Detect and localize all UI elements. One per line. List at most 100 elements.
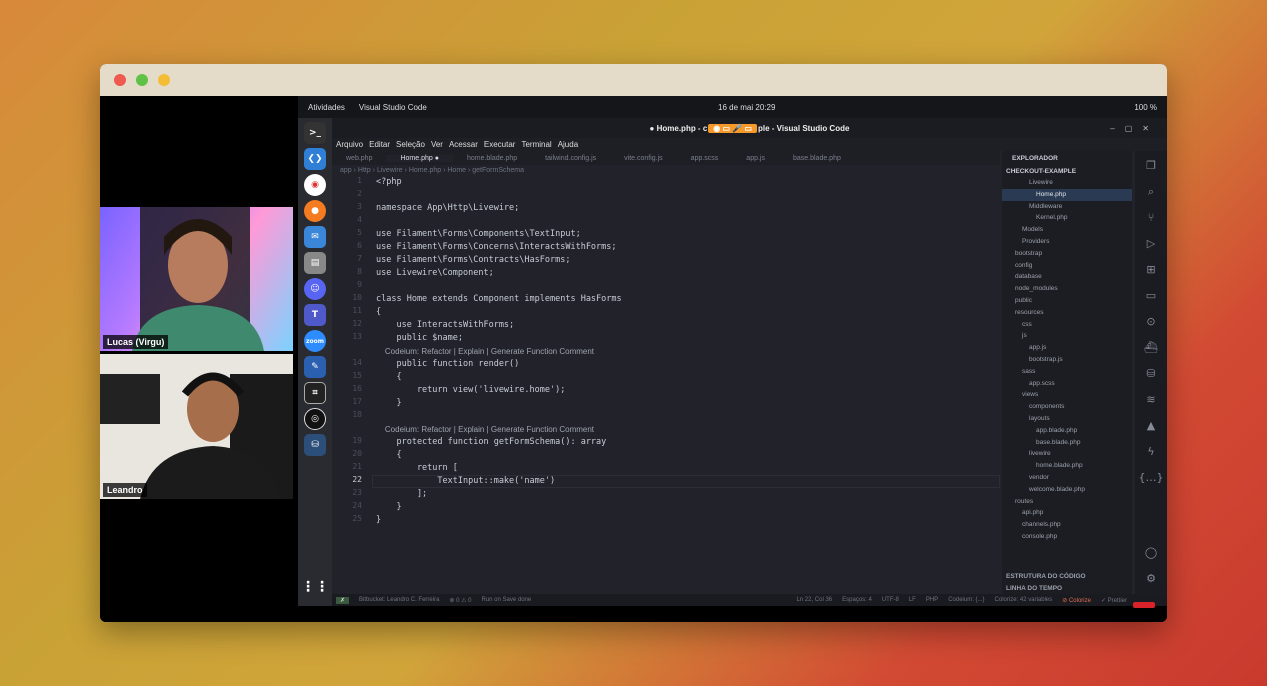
tree-item[interactable]: resources (1002, 307, 1132, 319)
layers-icon[interactable]: ≋ (1146, 393, 1155, 407)
tree-item[interactable]: public (1002, 295, 1132, 307)
mysql-icon[interactable]: ⛁ (304, 434, 326, 456)
tree-item[interactable]: console.php (1002, 531, 1132, 543)
outline-section[interactable]: ESTRUTURA DO CÓDIGO (1006, 573, 1086, 580)
status-prettier[interactable]: ✓ Prettier (1101, 597, 1127, 604)
activities-button[interactable]: Atividades (308, 103, 345, 112)
menu-editar[interactable]: Editar (369, 140, 390, 149)
codelens-actions[interactable]: Codeium: Refactor | Explain | Generate F… (376, 345, 594, 358)
menu-arquivo[interactable]: Arquivo (336, 140, 363, 149)
discord-icon[interactable]: ☺ (304, 278, 326, 300)
tree-item[interactable]: Home.php (1002, 188, 1132, 201)
menu-executar[interactable]: Executar (484, 140, 516, 149)
window-controls[interactable]: –▢✕ (1110, 124, 1159, 133)
tree-item[interactable]: api.php (1002, 507, 1132, 519)
tab-vite-config[interactable]: vite.config.js (610, 155, 677, 162)
menu-selecao[interactable]: Seleção (396, 140, 425, 149)
tree-item[interactable]: base.blade.php (1002, 437, 1132, 449)
sizer-icon[interactable]: ⌗ (304, 382, 326, 404)
status-position[interactable]: Ln 22, Col 36 (796, 597, 832, 603)
docker-icon[interactable]: ⛴ (1144, 341, 1158, 355)
status-run[interactable]: Run on Save done (482, 597, 532, 603)
status-colorize[interactable]: Colorize: 42 variables (995, 597, 1053, 603)
timeline-section[interactable]: LINHA DO TEMPO (1006, 585, 1062, 592)
obs-icon[interactable]: ◎ (304, 408, 326, 430)
status-lang[interactable]: PHP (926, 597, 938, 603)
braces-icon[interactable]: {…} (1139, 471, 1164, 485)
tree-item[interactable]: bootstrap.js (1002, 354, 1132, 366)
run-debug-icon[interactable]: ▷ (1147, 237, 1155, 251)
chrome-icon[interactable]: ◉ (304, 174, 326, 196)
remote-indicator-icon[interactable]: ✗ (336, 596, 350, 604)
status-colorize-button[interactable]: ⊘ Colorize (1062, 597, 1091, 604)
menu-acessar[interactable]: Acessar (449, 140, 478, 149)
tree-item[interactable]: app.scss (1002, 378, 1132, 390)
tree-item[interactable]: app.js (1002, 342, 1132, 354)
tree-item[interactable]: sass (1002, 366, 1132, 378)
tree-item[interactable]: Kernel.php (1002, 212, 1132, 224)
editor-icon[interactable]: ✎ (304, 356, 326, 378)
tab-app-js[interactable]: app.js (732, 155, 779, 162)
app-grid-icon[interactable]: ⋮⋮ (301, 576, 329, 598)
firefox-icon[interactable]: ● (304, 200, 326, 222)
tree-item[interactable]: css (1002, 319, 1132, 331)
extensions-icon[interactable]: ⊞ (1146, 263, 1155, 277)
settings-gear-icon[interactable]: ⚙ (1146, 572, 1156, 586)
codelens-actions[interactable]: Codeium: Refactor | Explain | Generate F… (376, 423, 594, 436)
files-icon[interactable]: ▤ (304, 252, 326, 274)
status-spaces[interactable]: Espaços: 4 (842, 597, 872, 603)
tree-item[interactable]: app.blade.php (1002, 425, 1132, 437)
deploy-icon[interactable]: ▲ (1147, 419, 1155, 433)
database-icon[interactable]: ⛁ (1146, 367, 1155, 381)
git-graph-icon[interactable]: ⊙ (1146, 315, 1155, 329)
status-problems[interactable]: ⊗ 0 ⚠ 0 (449, 597, 471, 604)
tree-item[interactable]: channels.php (1002, 519, 1132, 531)
account-icon[interactable]: ◯ (1145, 546, 1157, 560)
tree-item[interactable]: node_modules (1002, 283, 1132, 295)
code-editor[interactable]: 1 <?php 2 3 namespace App\Http\Livewire; 4 5 us… (332, 176, 1000, 580)
status-branch[interactable]: Bitbucket: Leandro C. Ferreira (359, 597, 439, 603)
close-dot[interactable] (114, 74, 126, 86)
tab-home-php[interactable]: Home.php ● (386, 154, 453, 162)
status-codeium[interactable]: Codeium: {...} (948, 597, 984, 603)
tree-item[interactable]: vendor (1002, 472, 1132, 484)
project-root[interactable]: CHECKOUT-EXAMPLE (1002, 166, 1132, 177)
maximize-dot[interactable] (136, 74, 148, 86)
mail-icon[interactable]: ✉ (304, 226, 326, 248)
tree-item[interactable]: config (1002, 260, 1132, 272)
tree-item[interactable]: bootstrap (1002, 248, 1132, 260)
lightning-icon[interactable]: ϟ (1147, 445, 1154, 459)
tree-item[interactable]: welcome.blade.php (1002, 484, 1132, 496)
zoom-icon[interactable]: zoom (304, 330, 326, 352)
search-icon[interactable]: ⌕ (1148, 185, 1154, 199)
tree-item[interactable]: layouts (1002, 413, 1132, 425)
tab-web-php[interactable]: web.php (332, 155, 386, 162)
tree-item[interactable]: Middleware (1002, 201, 1132, 213)
tree-item[interactable]: Models (1002, 224, 1132, 236)
vscode-icon[interactable]: ❮❯ (304, 148, 326, 170)
menu-ver[interactable]: Ver (431, 140, 443, 149)
tab-home-blade[interactable]: home.blade.php (453, 155, 531, 162)
status-encoding[interactable]: UTF-8 (882, 597, 899, 603)
tree-item[interactable]: Providers (1002, 236, 1132, 248)
app-menu[interactable]: Visual Studio Code (359, 103, 427, 112)
terminal-icon[interactable]: >_ (304, 122, 326, 144)
files-icon[interactable]: ❐ (1146, 159, 1156, 173)
tab-tailwind-config[interactable]: tailwind.config.js (531, 155, 610, 162)
clock[interactable]: 16 de mai 20:29 (718, 103, 775, 112)
tab-base-blade[interactable]: base.blade.php (779, 155, 855, 162)
teams-icon[interactable]: T (304, 304, 326, 326)
source-control-icon[interactable]: ⑂ (1148, 211, 1155, 225)
breadcrumb[interactable]: app › Http › Livewire › Home.php › Home … (340, 167, 524, 174)
tree-item[interactable]: views (1002, 389, 1132, 401)
menu-terminal[interactable]: Terminal (521, 140, 551, 149)
recording-indicator[interactable]: ◉ ▭ 🎤 ▭ (708, 123, 758, 133)
battery-indicator[interactable]: 100 % (1134, 103, 1157, 112)
tree-item[interactable]: routes (1002, 496, 1132, 508)
tree-item[interactable]: components (1002, 401, 1132, 413)
status-eol[interactable]: LF (909, 597, 916, 603)
tab-app-scss[interactable]: app.scss (677, 155, 733, 162)
tree-item[interactable]: home.blade.php (1002, 460, 1132, 472)
menu-ajuda[interactable]: Ajuda (558, 140, 578, 149)
tree-item[interactable]: Livewire (1002, 177, 1132, 189)
